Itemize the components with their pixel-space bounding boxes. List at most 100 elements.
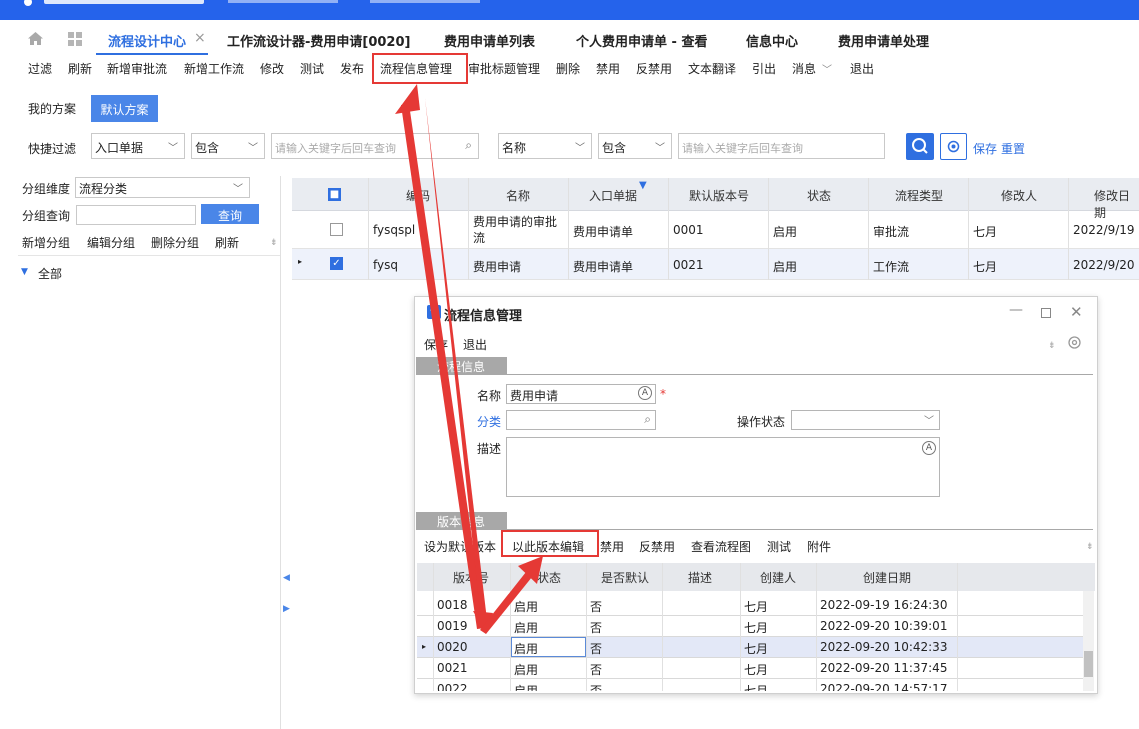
col-flow-type[interactable]: 流程类型 [895, 187, 943, 204]
group-query-button[interactable]: 查询 [201, 204, 259, 224]
tab-process-design-center[interactable]: 流程设计中心 [108, 31, 186, 50]
version-row[interactable]: 0021 启用 否 七月 2022-09-20 11:37:45 [417, 658, 1083, 679]
col-status[interactable]: 状态 [807, 187, 831, 204]
tab-workflow-designer[interactable]: 工作流设计器-费用申请[0020] [227, 31, 410, 50]
group-dimension-select[interactable]: 流程分类 ﹀ [75, 177, 250, 198]
search-icon[interactable]: ⌕ [465, 138, 472, 153]
search-button[interactable] [906, 133, 934, 160]
col-default-version[interactable]: 默认版本号 [689, 187, 749, 204]
collapse-left-arrow-icon[interactable]: ◀ [283, 573, 290, 583]
table-row[interactable]: fysqspl 费用申请的审批流 费用申请单 0001 启用 审批流 七月 20… [292, 211, 1139, 249]
refresh-group-button[interactable]: 刷新 [215, 234, 239, 251]
version-enable-button[interactable]: 反禁用 [639, 538, 675, 555]
approval-title-manage-button[interactable]: 审批标题管理 [468, 60, 540, 77]
refresh-button[interactable]: 刷新 [68, 60, 92, 77]
tab-personal-expense-view[interactable]: 个人费用申请单 - 查看 [576, 31, 707, 50]
caret-down-icon[interactable]: ▼ [21, 267, 28, 277]
enable-button[interactable]: 反禁用 [636, 60, 672, 77]
version-row[interactable]: 0022 启用 否 七月 2022-09-20 14:57:17 [417, 679, 1083, 691]
chevron-down-icon: ﹀ [168, 143, 178, 154]
col-version-desc[interactable]: 描述 [688, 569, 712, 586]
filter-keyword2-input[interactable]: 请输入关键字后回车查询 [678, 133, 885, 159]
version-row[interactable]: 0019 启用 否 七月 2022-09-20 10:39:01 [417, 616, 1083, 637]
filter-op1-select[interactable]: 包含 ﹀ [191, 133, 265, 159]
disable-button[interactable]: 禁用 [596, 60, 620, 77]
tab-expense-list[interactable]: 费用申请单列表 [444, 31, 535, 50]
section-version-info-title: 版本信息 [437, 515, 486, 529]
translate-icon[interactable]: A [922, 441, 936, 455]
more-icon[interactable]: ⇟ [1048, 341, 1056, 351]
tab-expense-processing[interactable]: 费用申请单处理 [838, 31, 929, 50]
filter-keyword1-input[interactable]: 请输入关键字后回车查询 ⌕ [271, 133, 479, 159]
minimize-icon[interactable]: — [1009, 302, 1023, 318]
apps-grid-icon[interactable] [67, 31, 83, 47]
test-button[interactable]: 测试 [300, 60, 324, 77]
col-version-status[interactable]: 状态 [537, 569, 561, 586]
version-disable-button[interactable]: 禁用 [600, 538, 624, 555]
col-entry-doc[interactable]: 入口单据 [589, 187, 637, 204]
reset-link[interactable]: 重置 [1001, 140, 1025, 157]
save-scheme-link[interactable]: 保存 [973, 140, 997, 157]
close-icon[interactable]: ✕ [1070, 303, 1083, 321]
row-checkbox[interactable] [330, 223, 343, 236]
attachment-button[interactable]: 附件 [807, 538, 831, 555]
expand-right-arrow-icon[interactable]: ▶ [283, 604, 290, 614]
col-version-no[interactable]: 版本号 [453, 569, 489, 586]
dialog-save-button[interactable]: 保存 [424, 336, 448, 353]
filter-button[interactable]: 过滤 [28, 60, 52, 77]
add-workflow-button[interactable]: 新增工作流 [184, 60, 244, 77]
version-row[interactable]: 0018 启用 否 七月 2022-09-19 16:24:30 [417, 595, 1083, 616]
row-checkbox[interactable]: ✓ [330, 257, 343, 270]
name-field[interactable]: 费用申请 A [506, 384, 656, 404]
col-is-default[interactable]: 是否默认 [601, 569, 649, 586]
gear-icon[interactable] [1067, 335, 1082, 350]
dialog-exit-button[interactable]: 退出 [463, 336, 487, 353]
text-translate-button[interactable]: 文本翻译 [688, 60, 736, 77]
delete-button[interactable]: 删除 [556, 60, 580, 77]
category-field[interactable]: ⌕ [506, 410, 656, 430]
add-approval-flow-button[interactable]: 新增审批流 [107, 60, 167, 77]
col-modifier[interactable]: 修改人 [1001, 187, 1037, 204]
add-group-button[interactable]: 新增分组 [22, 234, 70, 251]
view-flowchart-button[interactable]: 查看流程图 [691, 538, 751, 555]
description-textarea[interactable]: A [506, 437, 940, 497]
group-query-input[interactable] [76, 205, 196, 225]
filter-field2-select[interactable]: 名称 ﹀ [498, 133, 592, 159]
delete-group-button[interactable]: 删除分组 [151, 234, 199, 251]
search-icon[interactable]: ⌕ [644, 412, 651, 427]
modify-button[interactable]: 修改 [260, 60, 284, 77]
op-status-select[interactable]: ﹀ [791, 410, 940, 430]
table-row-selected[interactable]: ▸ ✓ fysq 费用申请 费用申请单 0021 启用 工作流 七月 2022/… [292, 249, 1139, 280]
exit-button[interactable]: 退出 [850, 60, 874, 77]
edit-group-button[interactable]: 编辑分组 [87, 234, 135, 251]
col-creator[interactable]: 创建人 [760, 569, 796, 586]
filter-settings-button[interactable] [940, 133, 967, 160]
more-icon[interactable]: ⇟ [1086, 542, 1094, 552]
scrollbar-thumb[interactable] [1084, 651, 1093, 677]
tab-close-icon[interactable]: × [194, 30, 206, 46]
col-code[interactable]: 编码 [406, 187, 430, 204]
version-row-selected[interactable]: ▸ 0020 启用 否 七月 2022-09-20 10:42:33 [417, 637, 1083, 658]
filter-field1-select[interactable]: 入口单据 ﹀ [91, 133, 185, 159]
tab-info-center[interactable]: 信息中心 [746, 31, 798, 50]
translate-icon[interactable]: A [638, 386, 652, 400]
default-scheme-button[interactable]: 默认方案 [91, 95, 158, 122]
chevron-down-icon[interactable]: ﹀ [822, 61, 832, 76]
category-label[interactable]: 分类 [477, 413, 501, 430]
more-icon[interactable]: ⇟ [270, 238, 278, 248]
message-menu[interactable]: 消息 [792, 60, 816, 77]
tree-root-all[interactable]: 全部 [38, 265, 62, 282]
export-button[interactable]: 引出 [752, 60, 776, 77]
version-test-button[interactable]: 测试 [767, 538, 791, 555]
filter-op2-select[interactable]: 包含 ﹀ [598, 133, 672, 159]
publish-button[interactable]: 发布 [340, 60, 364, 77]
filter-funnel-icon[interactable]: ▼ [639, 180, 647, 191]
select-all-checkbox[interactable]: ■ [328, 188, 341, 201]
version-grid-scrollbar[interactable] [1083, 591, 1094, 691]
col-name[interactable]: 名称 [506, 187, 530, 204]
maximize-icon[interactable] [1041, 308, 1051, 318]
home-icon[interactable] [27, 31, 44, 46]
set-default-version-button[interactable]: 设为默认版本 [424, 538, 496, 555]
panel-splitter[interactable] [280, 176, 281, 729]
col-create-date[interactable]: 创建日期 [863, 569, 911, 586]
